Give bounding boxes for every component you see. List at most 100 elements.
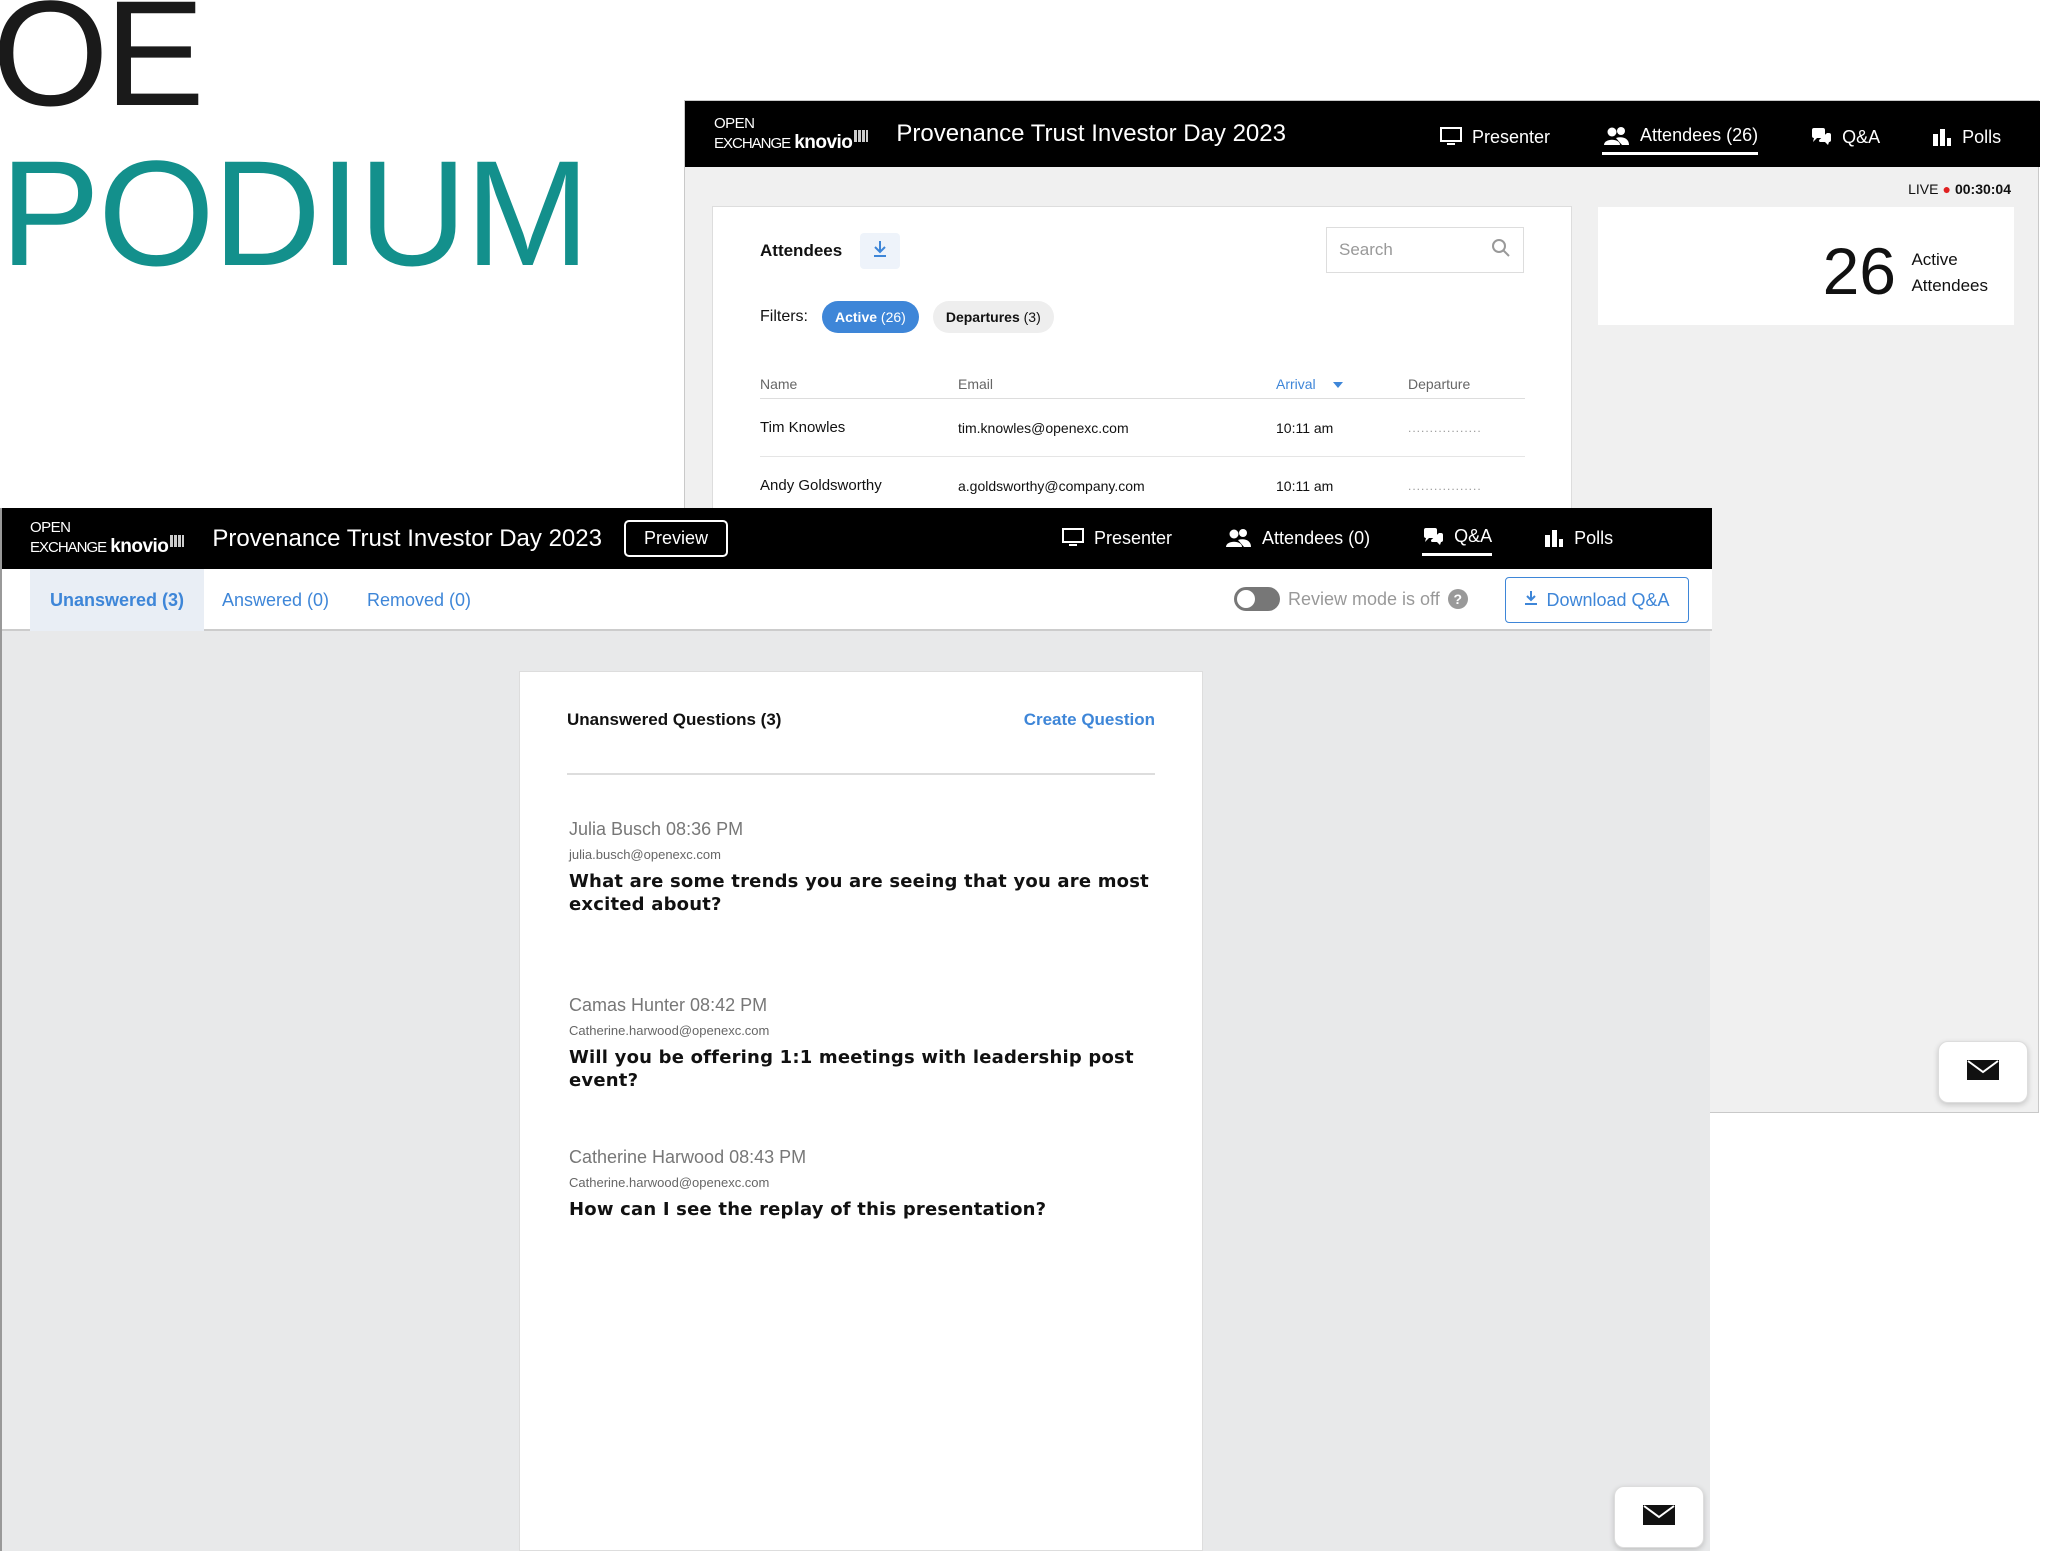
active-attendees-label: Active Attendees: [1911, 247, 1988, 299]
main-nav: Presenter Attendees (26) Q&A Polls: [1440, 119, 2001, 155]
message-button[interactable]: [1614, 1486, 1704, 1548]
nav-presenter-label: Presenter: [1094, 527, 1173, 548]
nav-qa[interactable]: Q&A: [1422, 520, 1493, 556]
filter-departures-chip[interactable]: Departures (3): [932, 301, 1054, 333]
question-text: What are some trends you are seeing that…: [569, 871, 1149, 915]
bar-chart-icon: [1544, 529, 1564, 547]
mail-icon: [1642, 1504, 1676, 1531]
monitor-icon: [1062, 528, 1084, 548]
col-name[interactable]: Name: [760, 376, 958, 392]
question-email: Catherine.harwood@openexc.com: [569, 1175, 770, 1190]
attendees-panel: Attendees Search Filters: Active (26) De…: [712, 206, 1572, 536]
live-timer: 00:30:04: [1954, 181, 2011, 197]
monitor-icon: [1440, 127, 1462, 147]
nav-qa-label: Q&A: [1842, 126, 1881, 147]
create-question-link[interactable]: Create Question: [1024, 710, 1155, 730]
question-item[interactable]: Camas Hunter 08:42 PM Catherine.harwood@…: [569, 995, 1169, 1092]
col-departure[interactable]: Departure: [1408, 376, 1525, 392]
active-label-line2: Attendees: [1911, 276, 1988, 295]
logo-knovio: knovio: [110, 536, 169, 558]
row-name: Tim Knowles: [760, 419, 846, 436]
table-row[interactable]: Tim Knowles tim.knowles@openexc.com 10:1…: [760, 399, 1525, 457]
tab-answered[interactable]: Answered (0): [222, 569, 329, 631]
main-nav: Presenter Attendees (0) Q&A Polls: [1062, 520, 1613, 556]
nav-attendees[interactable]: Attendees (26): [1602, 119, 1759, 155]
help-icon[interactable]: ?: [1447, 589, 1468, 609]
logo-knovio: knovio: [794, 131, 853, 153]
review-mode-toggle[interactable]: [1234, 587, 1280, 611]
sort-down-icon: [1332, 376, 1344, 392]
download-icon: [1524, 590, 1538, 611]
message-button[interactable]: [1938, 1041, 2028, 1103]
nav-presenter[interactable]: Presenter: [1062, 522, 1172, 555]
review-mode: Review mode is off ?: [1234, 587, 1468, 611]
question-author: Catherine Harwood 08:43 PM: [569, 1147, 807, 1167]
filter-active-label: Active: [835, 309, 878, 325]
event-title: Provenance Trust Investor Day 2023: [896, 120, 1286, 147]
nav-attendees-label: Attendees (0): [1262, 527, 1371, 548]
question-email: julia.busch@openexc.com: [569, 847, 721, 862]
col-email[interactable]: Email: [958, 376, 1276, 392]
search-icon: [1491, 238, 1511, 263]
tab-unanswered[interactable]: Unanswered (3): [30, 569, 205, 631]
preview-button[interactable]: Preview: [623, 520, 728, 557]
knovio-logo: OPEN EXCHANGE knovio: [714, 116, 869, 153]
search-placeholder: Search: [1339, 240, 1393, 259]
live-indicator: LIVE ● 00:30:04: [1908, 181, 2011, 197]
logo-open: OPEN: [30, 519, 71, 537]
question-author: Julia Busch 08:36 PM: [569, 819, 744, 839]
nav-qa[interactable]: Q&A: [1810, 121, 1880, 154]
questions-panel: Unanswered Questions (3) Create Question…: [519, 671, 1203, 1551]
tab-removed[interactable]: Removed (0): [367, 569, 471, 631]
brand-oe: OE: [0, 0, 205, 137]
top-bar: OPEN EXCHANGE knovio Provenance Trust Inv…: [685, 101, 2040, 167]
question-item[interactable]: Julia Busch 08:36 PM julia.busch@openexc…: [569, 819, 1169, 916]
table-header: Name Email Arrival Departure: [760, 370, 1525, 399]
live-dot-icon: ●: [1942, 181, 1951, 197]
people-icon: [1224, 528, 1252, 548]
nav-presenter-label: Presenter: [1472, 126, 1551, 147]
review-mode-label: Review mode is off: [1288, 588, 1440, 609]
filters-row: Filters: Active (26) Departures (3): [760, 301, 1054, 333]
nav-polls[interactable]: Polls: [1932, 121, 2001, 154]
chat-icon: [1422, 527, 1444, 547]
question-item[interactable]: Catherine Harwood 08:43 PM Catherine.har…: [569, 1147, 1169, 1221]
logo-exchange: EXCHANGE: [30, 539, 107, 557]
col-arrival[interactable]: Arrival: [1276, 376, 1408, 392]
filter-active-count: (26): [880, 309, 906, 325]
questions-title: Unanswered Questions (3): [567, 710, 782, 729]
nav-polls[interactable]: Polls: [1544, 522, 1613, 555]
row-arrival: 10:11 am: [1276, 419, 1334, 436]
download-icon: [872, 240, 888, 263]
filter-departures-count: (3): [1023, 309, 1041, 325]
logo-exchange: EXCHANGE: [714, 134, 791, 152]
question-email: Catherine.harwood@openexc.com: [569, 1023, 770, 1038]
nav-polls-label: Polls: [1574, 527, 1614, 548]
row-departure: .................: [1408, 420, 1482, 435]
nav-qa-label: Q&A: [1454, 526, 1493, 546]
chat-icon: [1810, 127, 1832, 147]
download-attendees-button[interactable]: [860, 233, 900, 269]
search-input[interactable]: Search: [1326, 227, 1524, 273]
nav-presenter[interactable]: Presenter: [1440, 121, 1550, 154]
mail-icon: [1966, 1059, 2000, 1086]
filter-departures-label: Departures: [945, 309, 1020, 325]
row-email: a.goldsworthy@company.com: [958, 477, 1145, 494]
download-qa-button[interactable]: Download Q&A: [1505, 577, 1689, 623]
row-name: Andy Goldsworthy: [760, 477, 882, 494]
row-departure: .................: [1408, 478, 1482, 493]
filters-label: Filters:: [760, 308, 808, 325]
event-title: Provenance Trust Investor Day 2023: [212, 524, 602, 552]
col-arrival-label: Arrival: [1276, 376, 1316, 392]
filter-active-chip[interactable]: Active (26): [822, 301, 919, 333]
nav-polls-label: Polls: [1962, 126, 2002, 147]
top-bar: OPEN EXCHANGE knovio Provenance Trust Inv…: [2, 508, 1712, 569]
live-label: LIVE: [1908, 181, 1939, 197]
active-label-line1: Active: [1911, 250, 1958, 269]
table-row[interactable]: Andy Goldsworthy a.goldsworthy@company.c…: [760, 457, 1525, 515]
attendees-title: Attendees: [760, 241, 843, 260]
nav-attendees[interactable]: Attendees (0): [1224, 522, 1370, 555]
active-attendees-count: 26: [1822, 234, 1896, 308]
divider: [567, 773, 1155, 775]
nav-attendees-label: Attendees (26): [1640, 125, 1759, 145]
